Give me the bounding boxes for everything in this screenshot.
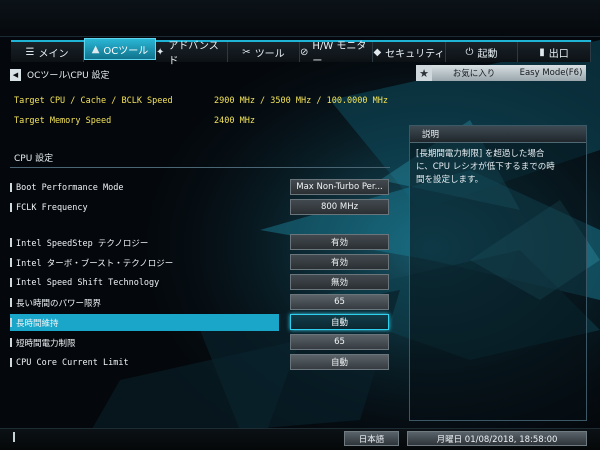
- list-icon: ☰: [25, 46, 35, 58]
- tab-security[interactable]: ◆ セキュリティ: [373, 42, 446, 62]
- setting-value[interactable]: 有効: [290, 234, 389, 250]
- tab-main[interactable]: ☰ メイン: [11, 42, 84, 62]
- row-marker: [10, 318, 12, 327]
- power-icon: ⏻: [465, 46, 474, 58]
- tab-label: セキュリティ: [385, 48, 445, 60]
- tab-label: OCツール: [103, 45, 149, 57]
- row-marker: [10, 358, 12, 367]
- info-row-target-cpu: Target CPU / Cache / BCLK Speed 2900 MHz…: [14, 96, 388, 108]
- shield-icon: ◆: [373, 46, 382, 58]
- tab-advanced[interactable]: ✦ アドバンスド: [156, 41, 228, 67]
- setting-label-bar: Intel ターボ・ブースト・テクノロジー: [10, 254, 279, 271]
- row-marker: [10, 203, 12, 212]
- star-icon[interactable]: ★: [416, 65, 432, 81]
- tab-exit[interactable]: ▮ 出口: [518, 42, 591, 62]
- setting-value[interactable]: 自動: [290, 354, 389, 370]
- setting-label: FCLK Frequency: [16, 202, 88, 213]
- tab-label: H/W モニター: [312, 41, 367, 67]
- info-value: 2900 MHz / 3500 MHz / 100.0000 MHz: [214, 96, 388, 106]
- back-arrow-icon[interactable]: ◀: [10, 68, 21, 81]
- setting-label: 長い時間のパワー限界: [16, 298, 102, 309]
- setting-turbo-boost[interactable]: Intel ターボ・ブースト・テクノロジー 有効: [10, 254, 400, 271]
- setting-label: Boot Performance Mode: [16, 182, 124, 193]
- setting-cpu-core-current-limit[interactable]: CPU Core Current Limit 自動: [10, 354, 400, 371]
- exit-icon: ▮: [539, 46, 545, 58]
- setting-label-bar: FCLK Frequency: [10, 199, 279, 216]
- setting-label: 長時間維持: [16, 318, 59, 329]
- setting-label-bar: Intel Speed Shift Technology: [10, 274, 279, 291]
- rocket-icon: ▲: [91, 43, 100, 55]
- setting-value[interactable]: 無効: [290, 274, 389, 290]
- setting-label-bar: Boot Performance Mode: [10, 179, 279, 196]
- info-label: Target CPU / Cache / BCLK Speed: [14, 96, 173, 106]
- setting-long-duration-maintained[interactable]: 長時間維持 自動: [10, 314, 400, 331]
- favorites-button[interactable]: お気に入り: [432, 65, 516, 81]
- breadcrumb-text: OCツール\CPU 設定: [27, 71, 110, 81]
- help-line: [長期間電力制限] を超過した場合: [416, 149, 545, 159]
- tab-boot[interactable]: ⏻ 起動: [446, 42, 518, 62]
- row-marker: [10, 278, 12, 287]
- row-marker: [10, 338, 12, 347]
- setting-value[interactable]: 有効: [290, 254, 389, 270]
- setting-long-duration-power-limit[interactable]: 長い時間のパワー限界 65: [10, 294, 400, 311]
- setting-boot-performance-mode[interactable]: Boot Performance Mode Max Non-Turbo Per.…: [10, 179, 400, 196]
- tab-hw-monitor[interactable]: ⊘ H/W モニター: [300, 41, 373, 67]
- setting-value[interactable]: 自動: [290, 314, 389, 330]
- tab-tools[interactable]: ✂ ツール: [228, 42, 300, 62]
- top-bar: [0, 0, 600, 37]
- star-icon: ✦: [156, 46, 165, 58]
- setting-short-duration-power-limit[interactable]: 短時間電力制限 65: [10, 334, 400, 351]
- scroll-indicator: [13, 432, 15, 442]
- setting-label: 短時間電力制限: [16, 338, 76, 349]
- setting-value[interactable]: 800 MHz: [290, 199, 389, 215]
- info-label: Target Memory Speed: [14, 116, 112, 126]
- easy-mode-button[interactable]: Easy Mode(F6): [516, 65, 586, 81]
- help-panel: 説明 [長期間電力制限] を超過した場合 に、CPU レシオが低下するまでの時 …: [409, 125, 587, 421]
- help-title: 説明: [410, 126, 586, 143]
- setting-label: Intel ターボ・ブースト・テクノロジー: [16, 258, 174, 269]
- tab-oc-tools[interactable]: ▲ OCツール: [84, 38, 156, 60]
- setting-value[interactable]: 65: [290, 334, 389, 350]
- wrench-icon: ✂: [242, 46, 251, 58]
- row-marker: [10, 298, 12, 307]
- datetime-display: 月曜日 01/08/2018, 18:58:00: [407, 431, 587, 446]
- setting-label: Intel Speed Shift Technology: [16, 277, 160, 288]
- row-marker: [10, 238, 12, 247]
- info-value: 2400 MHz: [214, 116, 255, 126]
- help-line: に、CPU レシオが低下するまでの時: [416, 162, 555, 172]
- setting-value[interactable]: 65: [290, 294, 389, 310]
- setting-label-bar: CPU Core Current Limit: [10, 354, 279, 371]
- monitor-icon: ⊘: [300, 46, 309, 58]
- info-row-target-memory: Target Memory Speed 2400 MHz: [14, 116, 255, 128]
- section-divider: [10, 167, 390, 168]
- help-line: 間を設定します。: [416, 175, 484, 185]
- breadcrumb: ◀ OCツール\CPU 設定: [10, 68, 110, 81]
- section-title: CPU 設定: [14, 154, 54, 164]
- setting-label: CPU Core Current Limit: [16, 357, 129, 368]
- setting-speedstep[interactable]: Intel SpeedStep テクノロジー 有効: [10, 234, 400, 251]
- setting-fclk-frequency[interactable]: FCLK Frequency 800 MHz: [10, 199, 400, 216]
- tab-label: メイン: [38, 48, 69, 60]
- tab-label: 出口: [548, 48, 569, 60]
- setting-value[interactable]: Max Non-Turbo Per...: [290, 179, 389, 195]
- setting-label-bar: 短時間電力制限: [10, 334, 279, 351]
- help-body: [長期間電力制限] を超過した場合 に、CPU レシオが低下するまでの時 間を設…: [410, 143, 586, 192]
- tab-label: 起動: [477, 48, 498, 60]
- favorites-group: ★ お気に入り: [416, 65, 516, 81]
- setting-label: Intel SpeedStep テクノロジー: [16, 238, 149, 249]
- tab-label: ツール: [254, 48, 285, 60]
- tab-label: アドバンスド: [168, 41, 219, 67]
- setting-label-bar: Intel SpeedStep テクノロジー: [10, 234, 279, 251]
- language-button[interactable]: 日本語: [344, 431, 399, 446]
- main-tabs: ☰ メイン ▲ OCツール ✦ アドバンスド ✂ ツール ⊘ H/W モニター …: [11, 38, 591, 67]
- setting-label-bar: 長い時間のパワー限界: [10, 294, 279, 311]
- setting-label-bar: 長時間維持: [10, 314, 279, 331]
- row-marker: [10, 258, 12, 267]
- row-marker: [10, 183, 12, 192]
- setting-speed-shift[interactable]: Intel Speed Shift Technology 無効: [10, 274, 400, 291]
